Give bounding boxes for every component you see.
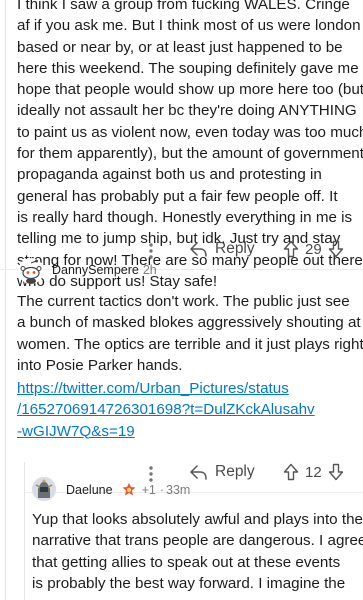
comment-3-meta: Daelune +1 · 33m	[66, 482, 190, 498]
more-options-button[interactable]	[146, 464, 156, 484]
upvote-icon[interactable]	[283, 240, 299, 258]
comment-1-line: af if you ask me. But I think most of us…	[17, 17, 361, 35]
author-name[interactable]: DannySempere	[52, 263, 139, 277]
tweet-link[interactable]: /1652706914726301698?t=DulZKckAlusahv	[17, 401, 315, 418]
vote-score: 29	[305, 240, 322, 258]
downvote-icon[interactable]	[328, 240, 344, 258]
upvote-icon[interactable]	[283, 463, 299, 481]
snoo-avatar-icon	[18, 258, 44, 284]
comment-time: 2h	[142, 263, 157, 277]
tweet-link[interactable]: -wGIJW7Q&s=19	[17, 423, 135, 440]
author-name[interactable]: Daelune	[66, 483, 113, 497]
more-dots-icon	[149, 243, 153, 259]
vote-score: 12	[305, 463, 322, 481]
award-icon[interactable]	[121, 482, 137, 498]
comment-1-line: ideally not assault her bc they're doing…	[17, 102, 357, 120]
comment-2-line: a bunch of masked blokes aggressively sh…	[17, 314, 361, 332]
comment-2-body: The current tactics don't work. The publ…	[17, 291, 363, 376]
comment-1-line: hope that people would show up more here…	[17, 81, 363, 99]
reply-arrow-icon	[190, 464, 207, 480]
comment-2-line: The current tactics don't work. The publ…	[17, 293, 350, 310]
reply-arrow-icon	[190, 241, 207, 257]
comment-2-meta: DannySempere 2h	[52, 263, 157, 277]
comment-1-line: I think I saw a group from fucking WALES…	[17, 0, 350, 13]
comment-2-line: into Posie Parker hands.	[17, 356, 183, 374]
comment-3-line: narrative that trans people are dangerou…	[32, 532, 363, 550]
thread-line	[5, 0, 6, 600]
reply-label: Reply	[215, 463, 255, 480]
comment-1-line: general has probably put a fair few peop…	[17, 187, 338, 205]
award-count: +1	[141, 483, 156, 497]
more-options-button[interactable]	[146, 241, 156, 261]
comment-3-line: that getting allies to speak out at thes…	[32, 553, 341, 571]
comment-1-line: is really hard though. Honestly everythi…	[17, 208, 353, 226]
tweet-link[interactable]: https://twitter.com/Urban_Pictures/statu…	[17, 380, 289, 397]
thread-line-nested	[24, 462, 25, 600]
snoo-avatar-icon	[32, 477, 56, 501]
reply-label: Reply	[215, 240, 255, 257]
comment-3-line: is probably the best way forward. I imag…	[32, 574, 346, 592]
downvote-icon[interactable]	[328, 463, 344, 481]
comment-time: 33m	[166, 483, 191, 497]
comment-1-line: to paint us as violent now, even today w…	[17, 123, 363, 141]
meta-separator: ·	[159, 483, 165, 497]
vote-controls: 12	[283, 463, 344, 481]
comment-2-link: https://twitter.com/Urban_Pictures/statu…	[17, 378, 315, 442]
comment-1-line: for them apparently), but the amount of …	[17, 145, 363, 163]
comment-2-line: women. The optics are terrible and it ju…	[17, 335, 363, 353]
avatar[interactable]	[32, 477, 56, 501]
reply-button[interactable]: Reply	[190, 240, 255, 258]
avatar[interactable]	[18, 258, 44, 284]
vote-controls: 29	[283, 240, 344, 258]
reply-button[interactable]: Reply	[190, 463, 255, 481]
more-dots-icon	[149, 466, 153, 482]
comment-3-body: Yup that looks absolutely awful and play…	[32, 509, 363, 594]
comment-1-line: based or near by, or at least just happe…	[17, 38, 343, 56]
comment-1-line: here this weekend. The souping definitel…	[17, 59, 359, 77]
comment-1-line: propaganda against both us and protestin…	[17, 166, 322, 184]
comment-3-line: Yup that looks absolutely awful and play…	[32, 511, 363, 528]
